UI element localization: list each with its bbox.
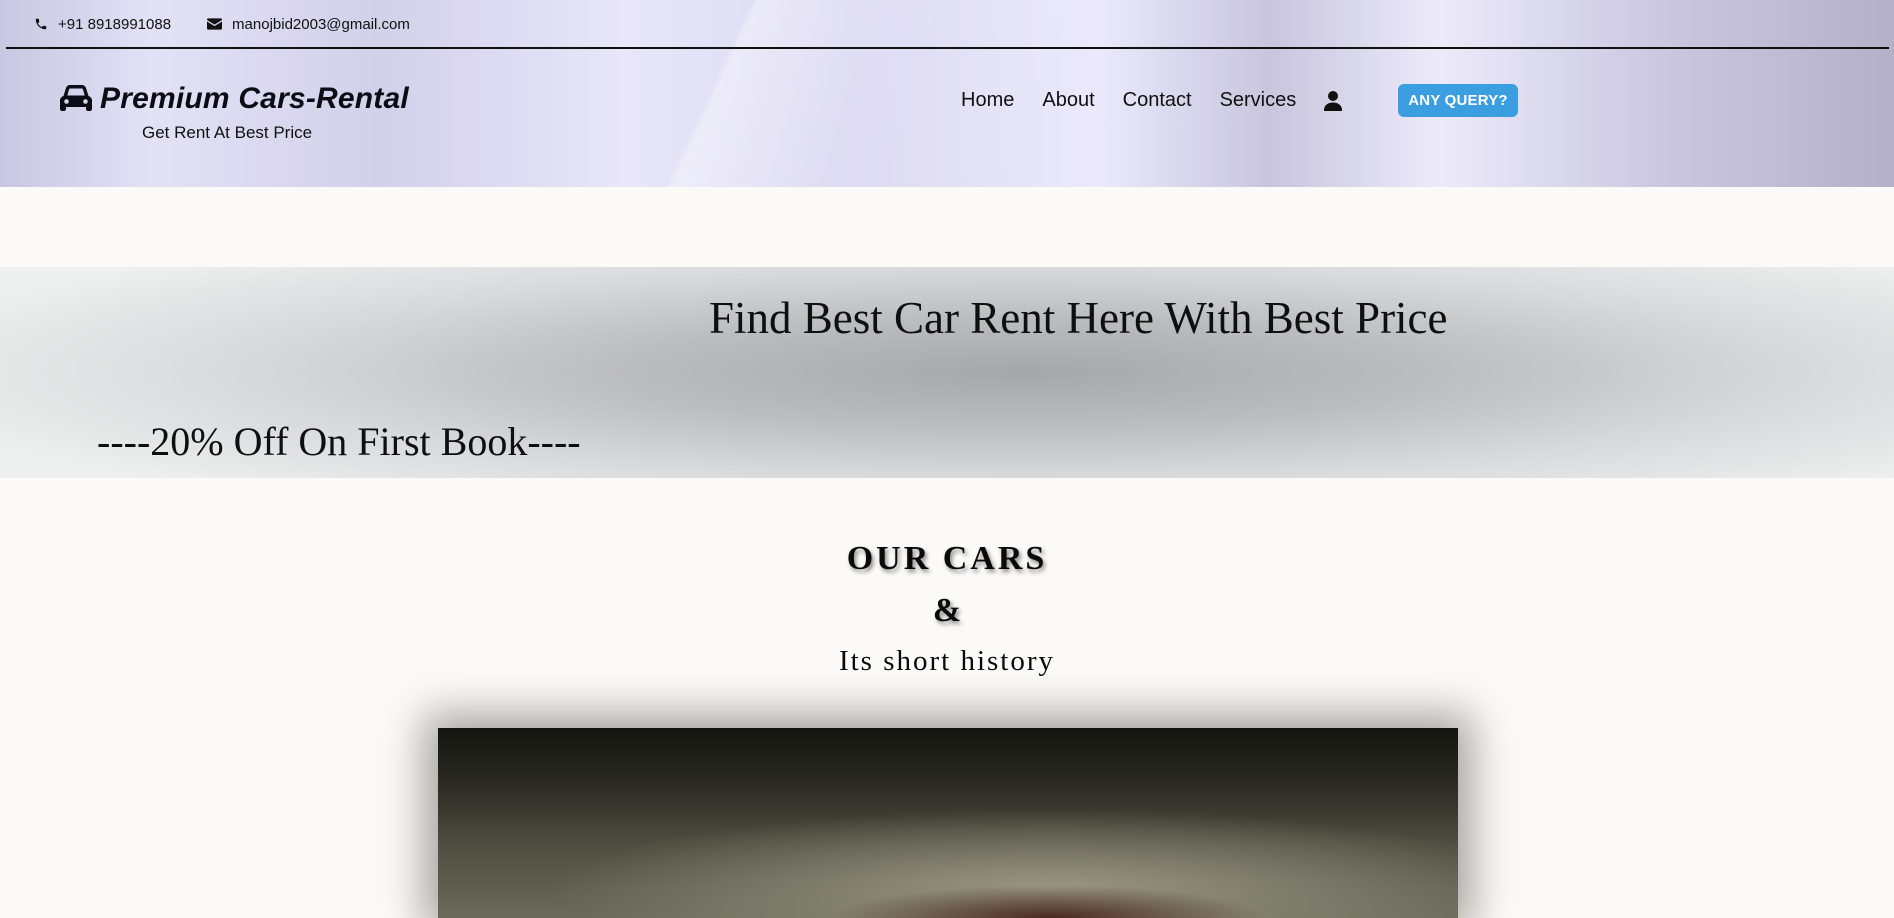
nav-contact[interactable]: Contact [1123, 89, 1192, 112]
brand-title: Premium Cars-Rental [100, 82, 409, 115]
main-nav: Home About Contact Services ANY QUERY? [961, 84, 1518, 117]
phone-contact[interactable]: +91 8918991088 [34, 16, 171, 33]
section-subheading: Its short history [838, 645, 1056, 677]
email-contact[interactable]: manojbid2003@gmail.com [207, 16, 410, 33]
header-divider [6, 47, 1889, 49]
brand-tagline: Get Rent At Best Price [142, 123, 313, 142]
site-header: +91 8918991088 manojbid2003@gmail.com Pr… [0, 0, 1894, 187]
email-address: manojbid2003@gmail.com [232, 15, 410, 33]
any-query-button[interactable]: ANY QUERY? [1398, 84, 1518, 117]
user-icon[interactable] [1324, 90, 1343, 111]
nav-home[interactable]: Home [961, 89, 1014, 112]
contact-bar: +91 8918991088 manojbid2003@gmail.com [34, 13, 446, 35]
envelope-icon [207, 18, 223, 30]
featured-car-image [438, 728, 1458, 918]
phone-number: +91 8918991088 [58, 15, 172, 33]
phone-icon [35, 18, 47, 30]
car-icon [60, 85, 92, 111]
hero-title: Find Best Car Rent Here With Best Price [709, 293, 1448, 343]
hero-offer: ----20% Off On First Book---- [97, 419, 581, 464]
section-heading: OUR CARS [846, 540, 1048, 577]
section-ampersand: & [932, 592, 962, 629]
nav-about[interactable]: About [1042, 89, 1094, 112]
brand-logo[interactable]: Premium Cars-Rental Get Rent At Best Pri… [60, 82, 409, 142]
nav-services[interactable]: Services [1220, 89, 1297, 112]
